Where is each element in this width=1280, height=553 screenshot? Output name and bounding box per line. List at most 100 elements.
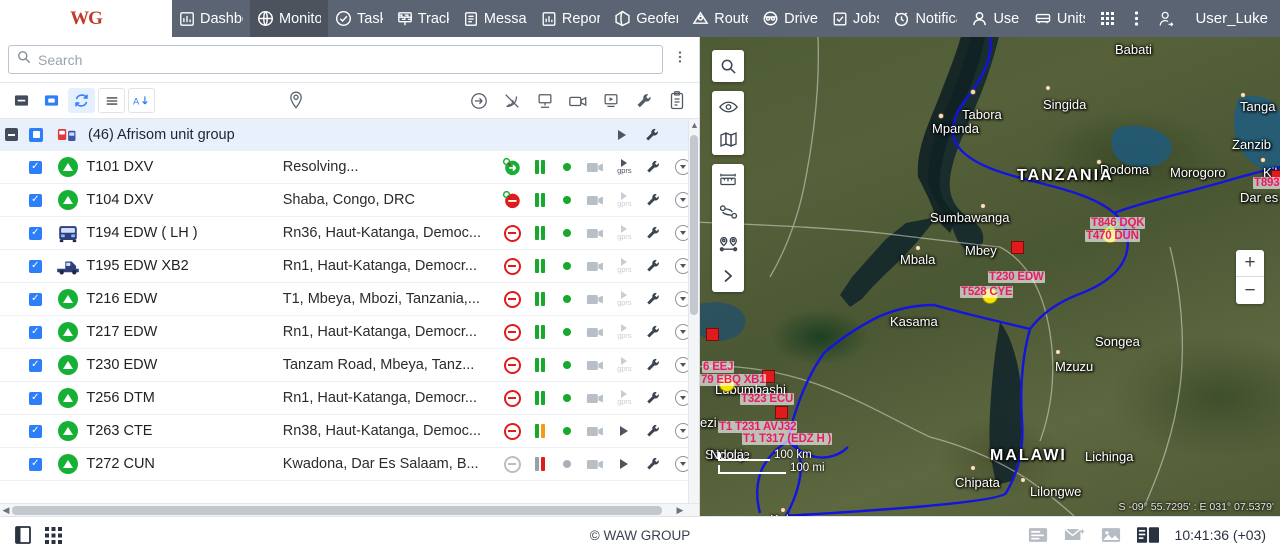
- vertical-scroll-thumb[interactable]: [690, 135, 698, 315]
- unit-wrench-button[interactable]: [638, 225, 667, 241]
- unit-wrench-button[interactable]: [638, 159, 667, 175]
- unit-name[interactable]: T217 EDW: [86, 324, 282, 340]
- unit-camera-icon[interactable]: [581, 425, 610, 438]
- unit-name[interactable]: T216 EDW: [86, 291, 282, 307]
- unit-status-icon[interactable]: [499, 422, 526, 440]
- unit-name[interactable]: T104 DXV: [86, 192, 282, 208]
- minus-square-icon[interactable]: [4, 128, 18, 141]
- nav-item-job[interactable]: Jobѕ: [825, 0, 887, 37]
- unit-gprs-icon[interactable]: gprs: [611, 390, 638, 406]
- table-row[interactable]: ✓ T104 DXV Shaba, Congo, DRC gprs: [0, 184, 699, 217]
- units-horizontal-scrollbar[interactable]: ◀ ▶: [0, 503, 699, 516]
- satellite-off-button[interactable]: [502, 88, 522, 113]
- follow-unit-button[interactable]: [469, 88, 489, 113]
- map-expand-button[interactable]: [712, 260, 744, 292]
- unit-gprs-icon[interactable]: gprs: [611, 357, 638, 373]
- table-row[interactable]: ✓ T195 EDW XB2 Rn1, Haut-Katanga, Democr..…: [0, 250, 699, 283]
- refresh-button[interactable]: [68, 88, 95, 113]
- nav-item-dashboa[interactable]: Dashboa: [172, 0, 250, 37]
- scroll-right-arrow[interactable]: ▶: [674, 505, 686, 516]
- table-row[interactable]: ✓ T101 DXV Resolving... gprs: [0, 151, 699, 184]
- search-options-kebab-icon[interactable]: [669, 49, 691, 70]
- map-route-button[interactable]: [712, 196, 744, 228]
- unit-checkbox[interactable]: ✓: [22, 292, 49, 306]
- unit-signal-bars[interactable]: [526, 358, 553, 372]
- nav-item-notificatio[interactable]: Notificatio: [886, 0, 964, 37]
- unit-name[interactable]: T256 DTM: [86, 390, 282, 406]
- unit-signal-bars[interactable]: [526, 325, 553, 339]
- unit-status-icon[interactable]: [499, 455, 526, 473]
- gprs-icon[interactable]: gprs: [617, 291, 632, 307]
- unit-name[interactable]: T263 CTE: [86, 423, 282, 439]
- map-measure-button[interactable]: [712, 164, 744, 196]
- note-icon[interactable]: [1028, 527, 1048, 543]
- gprs-icon[interactable]: gprs: [617, 192, 632, 208]
- unit-camera-icon[interactable]: [581, 227, 610, 240]
- nav-item-report[interactable]: Report: [534, 0, 607, 37]
- unit-camera-icon[interactable]: [581, 392, 610, 405]
- nav-item-task[interactable]: Task: [328, 0, 390, 37]
- unit-signal-bars[interactable]: [526, 160, 553, 174]
- unit-status-icon[interactable]: [499, 290, 526, 308]
- nav-item-unit[interactable]: Unitѕ: [1027, 0, 1093, 37]
- scroll-left-arrow[interactable]: ◀: [0, 505, 12, 516]
- checkbox-checked-icon[interactable]: ✓: [28, 226, 42, 240]
- group-collapse-toggle[interactable]: [0, 128, 22, 141]
- gprs-icon[interactable]: gprs: [617, 390, 632, 406]
- checkbox-checked-icon[interactable]: ✓: [28, 259, 42, 273]
- map-unit-label[interactable]: T893: [1253, 177, 1280, 189]
- play-icon[interactable]: [620, 426, 629, 436]
- list-view-button[interactable]: [98, 88, 125, 113]
- table-row[interactable]: ✓ T230 EDW Tanzam Road, Mbeya, Tanz... gprs: [0, 349, 699, 382]
- map-unit-label[interactable]: 6 EEJ: [702, 361, 735, 373]
- unit-status-icon[interactable]: [499, 224, 526, 242]
- map-unit-label[interactable]: T846 DQK: [1090, 217, 1146, 229]
- unit-name[interactable]: T272 CUN: [86, 456, 282, 472]
- table-row[interactable]: ✓ T263 CTE Rn38, Haut-Katanga, Democ...: [0, 415, 699, 448]
- table-row[interactable]: ✓ T194 EDW ( LH ) Rn36, Haut-Katanga, Demo…: [0, 217, 699, 250]
- group-wrench-button[interactable]: [637, 127, 667, 143]
- checkbox-checked-icon[interactable]: ✓: [28, 160, 42, 174]
- unit-name[interactable]: T230 EDW: [86, 357, 282, 373]
- checkbox-checked-icon[interactable]: ✓: [28, 457, 42, 471]
- nav-item-geofenc[interactable]: Geofenc: [607, 0, 685, 37]
- gprs-icon[interactable]: gprs: [617, 357, 632, 373]
- unit-signal-bars[interactable]: [526, 391, 553, 405]
- checkbox-filled-icon[interactable]: [29, 127, 43, 142]
- unit-gprs-icon[interactable]: [611, 459, 638, 469]
- screen-play-button[interactable]: [601, 88, 621, 113]
- checkbox-checked-icon[interactable]: ✓: [28, 358, 42, 372]
- table-row[interactable]: ✓ T272 CUN Kwadona, Dar Es Salaam, B...: [0, 448, 699, 481]
- play-icon[interactable]: [620, 459, 629, 469]
- table-row[interactable]: ✓ T217 EDW Rn1, Haut-Katanga, Democr... gpr…: [0, 316, 699, 349]
- clipboard-button[interactable]: [667, 88, 687, 113]
- wrench-button[interactable]: [634, 88, 654, 113]
- unit-checkbox[interactable]: ✓: [22, 457, 49, 471]
- video-camera-button[interactable]: [568, 88, 588, 113]
- search-input[interactable]: [38, 51, 654, 68]
- unit-camera-icon[interactable]: [581, 161, 610, 174]
- unit-camera-icon[interactable]: [581, 326, 610, 339]
- gprs-icon[interactable]: gprs: [617, 324, 632, 340]
- unit-gprs-icon[interactable]: gprs: [611, 192, 638, 208]
- unit-wrench-button[interactable]: [638, 423, 667, 439]
- table-row[interactable]: ✓ T256 DTM Rn1, Haut-Katanga, Democr... gpr…: [0, 382, 699, 415]
- unit-wrench-button[interactable]: [638, 390, 667, 406]
- unit-checkbox[interactable]: ✓: [22, 193, 49, 207]
- unit-name[interactable]: T194 EDW ( LH ): [86, 225, 282, 241]
- table-row[interactable]: ✓ T216 EDW T1, Mbeya, Mbozi, Tanzania,... g…: [0, 283, 699, 316]
- unit-wrench-button[interactable]: [638, 192, 667, 208]
- unit-gprs-icon[interactable]: gprs: [611, 324, 638, 340]
- unit-checkbox[interactable]: ✓: [22, 226, 49, 240]
- map-search-button[interactable]: [712, 50, 744, 82]
- unit-wrench-button[interactable]: [638, 291, 667, 307]
- search-box[interactable]: [8, 45, 663, 74]
- unit-status-icon[interactable]: [499, 257, 526, 275]
- unit-signal-bars[interactable]: [526, 193, 553, 207]
- unit-wrench-button[interactable]: [638, 258, 667, 274]
- map-unit-label[interactable]: 79 EBQ XB1: [700, 374, 767, 386]
- nav-item-track[interactable]: Track: [390, 0, 456, 37]
- map-pin-icon[interactable]: [282, 88, 309, 113]
- unit-gprs-icon[interactable]: gprs: [611, 258, 638, 274]
- map-visibility-button[interactable]: [712, 91, 744, 123]
